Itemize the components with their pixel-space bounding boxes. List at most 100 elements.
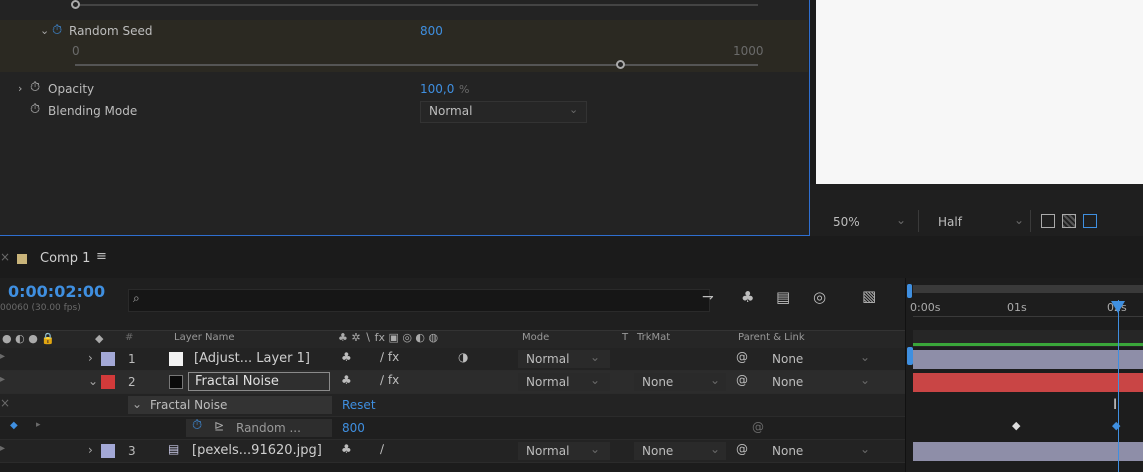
layer-duration-bar[interactable] xyxy=(913,373,1143,392)
video-eye-icon[interactable]: ▸ xyxy=(0,443,5,454)
current-timecode[interactable]: 0:00:02:00 xyxy=(8,282,105,301)
previous-slider-knob[interactable] xyxy=(71,0,80,9)
trkmat-dropdown[interactable]: None ⌄ xyxy=(634,442,726,460)
parent-value[interactable]: None xyxy=(772,352,803,366)
chevron-down-icon[interactable]: ⌄ xyxy=(896,213,906,227)
mode-dropdown[interactable]: Normal ⌄ xyxy=(518,350,610,368)
video-eye-icon[interactable]: ▸ xyxy=(0,374,5,385)
chevron-down-icon[interactable]: ⌄ xyxy=(40,24,49,37)
shy-switch-icon[interactable]: ♣ xyxy=(341,350,352,364)
comp-tab-label[interactable]: Comp 1 xyxy=(40,251,90,266)
layer-label-color[interactable] xyxy=(101,444,115,458)
effect-group-row[interactable]: × ⌄ Fractal Noise Reset xyxy=(0,394,905,417)
property-name: Random ... xyxy=(236,421,301,435)
chevron-right-icon[interactable]: › xyxy=(88,351,93,365)
layer-name[interactable]: [Adjust... Layer 1] xyxy=(194,351,310,366)
chevron-down-icon[interactable]: ⌄ xyxy=(860,373,870,387)
chevron-right-icon[interactable]: › xyxy=(88,443,93,457)
layer-in-handle[interactable] xyxy=(907,347,913,365)
layer-name[interactable]: Fractal Noise xyxy=(195,374,279,389)
chevron-down-icon[interactable]: ⌄ xyxy=(860,350,870,364)
transparency-grid-icon[interactable] xyxy=(1062,214,1076,228)
layer-duration-bar[interactable] xyxy=(913,350,1143,369)
effect-switch-icon[interactable]: ∕ fx xyxy=(380,373,399,387)
layer-row[interactable]: ▸ › 1 [Adjust... Layer 1] ♣ ∕ fx ◑ Norma… xyxy=(0,348,905,371)
shy-layers-icon[interactable]: ♣ xyxy=(741,288,754,306)
zoom-value[interactable]: 50% xyxy=(833,215,860,229)
keyframe-navigator-icon[interactable]: ◆ xyxy=(10,420,18,431)
layer-label-color[interactable] xyxy=(101,375,115,389)
motion-blur-icon[interactable]: ◎ xyxy=(813,288,826,306)
chevron-down-icon[interactable]: ⌄ xyxy=(132,397,142,411)
frame-blending-icon[interactable]: ▤ xyxy=(776,288,790,306)
chevron-down-icon[interactable]: ⌄ xyxy=(860,442,870,456)
layer-search-input[interactable]: ⌕ xyxy=(128,289,710,312)
layer-duration-bar[interactable] xyxy=(913,442,1143,461)
effect-controls-panel: ⌄ ⏱ Random Seed 800 0 1000 › ⏱ Opacity 1… xyxy=(0,0,810,236)
mode-dropdown[interactable]: Normal ⌄ xyxy=(518,373,610,391)
layer-name-edit-box[interactable]: Fractal Noise xyxy=(188,372,330,391)
pickwhip-icon[interactable]: @ xyxy=(736,350,748,364)
close-icon[interactable]: × xyxy=(0,250,10,264)
stopwatch-icon[interactable]: ⏱ xyxy=(192,418,202,433)
parent-value[interactable]: None xyxy=(772,375,803,389)
mode-dropdown[interactable]: Normal ⌄ xyxy=(518,442,610,460)
playhead-handle[interactable] xyxy=(1111,301,1125,313)
work-area-start-handle[interactable] xyxy=(907,284,912,298)
random-seed-slider-knob[interactable] xyxy=(616,60,626,69)
mask-visibility-icon[interactable] xyxy=(1083,214,1097,228)
layer-label-color[interactable] xyxy=(101,352,115,366)
chevron-down-icon: ⌄ xyxy=(590,350,601,364)
panel-menu-icon[interactable]: ≡ xyxy=(96,249,107,264)
stopwatch-icon[interactable]: ⏱ xyxy=(30,80,40,95)
blending-mode-dropdown[interactable]: Normal ⌄ xyxy=(420,101,587,123)
random-seed-value[interactable]: 800 xyxy=(420,24,443,38)
pickwhip-icon[interactable]: @ xyxy=(736,373,748,387)
ruler-label: 0:00s xyxy=(910,301,941,314)
shy-switch-icon[interactable]: ♣ xyxy=(341,373,352,387)
random-seed-slider-track[interactable] xyxy=(75,64,758,66)
video-eye-icon[interactable]: ▸ xyxy=(0,351,5,362)
av-features-icons: ● ◐ ● 🔒 xyxy=(2,332,55,345)
work-area-bar[interactable] xyxy=(913,285,1143,293)
layer-row[interactable]: ▸ › 3 ▤ [pexels...91620.jpg] ♣ ∕ Normal … xyxy=(0,440,905,463)
next-keyframe-icon[interactable]: ▸ xyxy=(36,420,41,430)
shy-switch-icon[interactable]: ♣ xyxy=(341,442,352,456)
effect-name[interactable]: Fractal Noise xyxy=(150,398,227,412)
fast-previews-icon[interactable] xyxy=(1041,214,1055,228)
chevron-down-icon[interactable]: ⌄ xyxy=(88,374,98,388)
trkmat-dropdown[interactable]: None ⌄ xyxy=(634,373,726,391)
layer-thumbnail xyxy=(169,375,183,389)
close-icon[interactable]: × xyxy=(0,396,10,410)
playhead-line[interactable] xyxy=(1118,300,1119,472)
chevron-right-icon[interactable]: › xyxy=(18,82,22,95)
parent-value[interactable]: None xyxy=(772,444,803,458)
reset-link[interactable]: Reset xyxy=(342,398,376,412)
blending-mode-value: Normal xyxy=(429,104,473,118)
adjustment-layer-icon[interactable]: ◑ xyxy=(458,350,468,364)
random-seed-row: ⌄ ⏱ Random Seed 800 0 1000 xyxy=(0,20,808,72)
layer-name[interactable]: [pexels...91620.jpg] xyxy=(192,443,322,458)
chevron-down-icon[interactable]: ⌄ xyxy=(1014,213,1024,227)
stopwatch-icon[interactable]: ⏱ xyxy=(30,102,40,117)
property-row[interactable]: ◆ ▸ ⏱ ⊵ Random ... 800 @ xyxy=(0,417,905,440)
trkmat-value: None xyxy=(642,444,674,458)
resolution-value[interactable]: Half xyxy=(938,215,962,229)
layer-number: 3 xyxy=(128,444,136,458)
graph-editor-icon[interactable]: ▧ xyxy=(862,287,876,305)
column-layer-name[interactable]: Layer Name xyxy=(174,332,235,343)
stopwatch-icon[interactable]: ⏱ xyxy=(52,23,62,38)
graph-icon[interactable]: ⊵ xyxy=(214,419,224,433)
pickwhip-icon[interactable]: @ xyxy=(736,442,748,456)
comp-mini-flowchart-icon[interactable]: ⇁ xyxy=(702,289,714,305)
effect-switch-icon[interactable]: ∕ fx xyxy=(380,350,399,364)
opacity-value[interactable]: 100,0 xyxy=(420,82,454,96)
keyframe-icon[interactable]: ◆ xyxy=(1112,419,1120,432)
quality-switch-icon[interactable]: ∕ xyxy=(380,442,384,456)
composition-viewer[interactable] xyxy=(816,0,1143,184)
expression-pickwhip-icon[interactable]: @ xyxy=(752,420,764,434)
layer-row[interactable]: ▸ ⌄ 2 Fractal Noise ♣ ∕ fx Normal ⌄ None… xyxy=(0,371,905,394)
property-value[interactable]: 800 xyxy=(342,421,365,435)
render-bar xyxy=(913,343,1143,346)
keyframe-icon[interactable]: ◆ xyxy=(1012,419,1020,432)
